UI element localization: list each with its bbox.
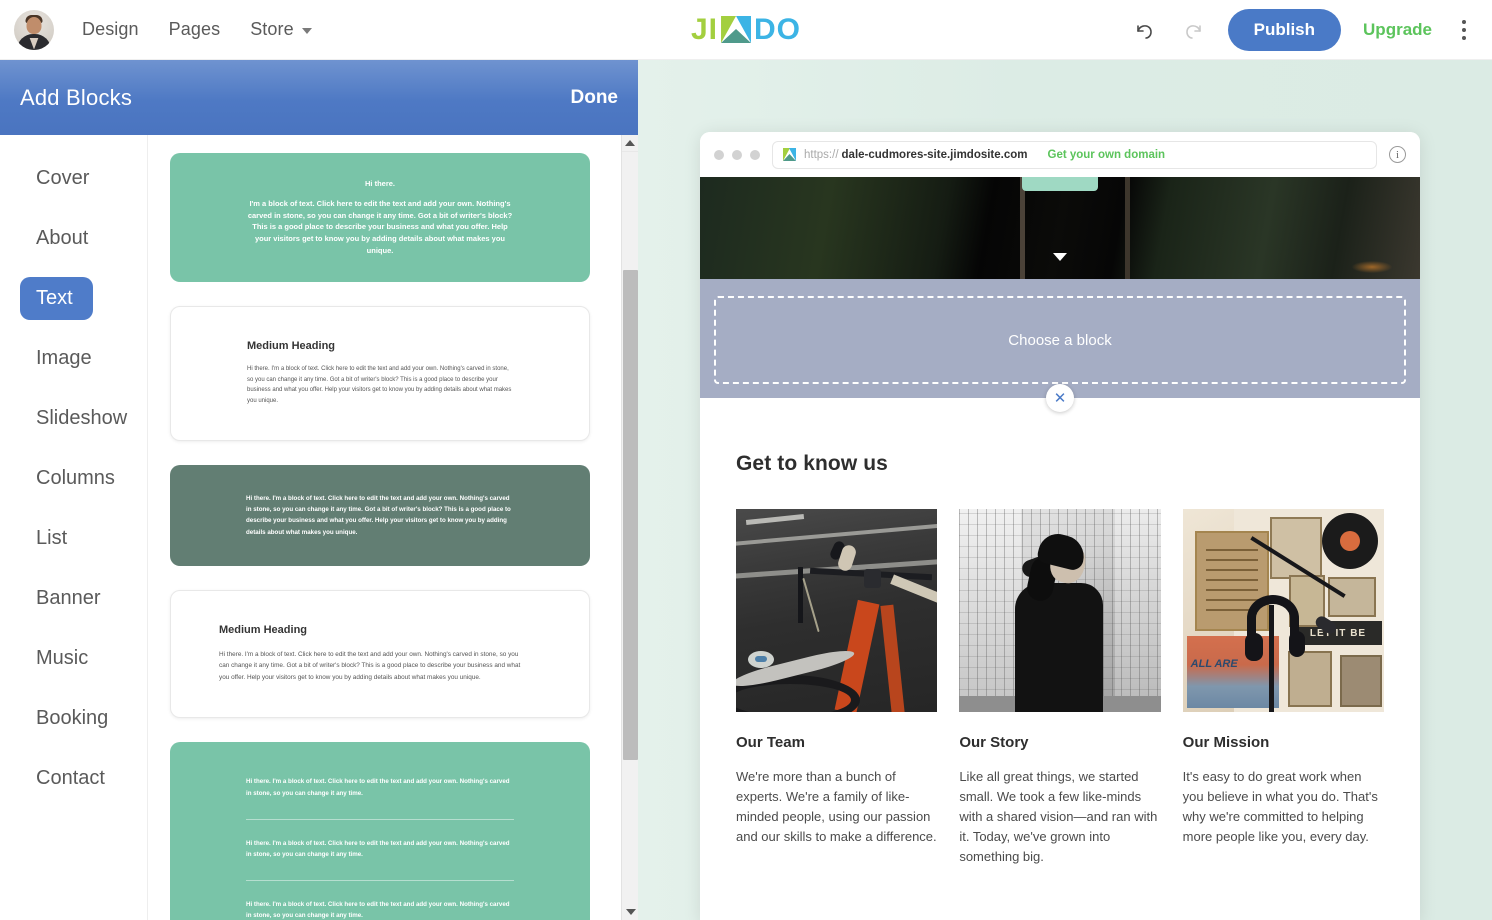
nav-item-store[interactable]: Store	[250, 19, 312, 40]
scroll-down-chevron-icon[interactable]	[1053, 253, 1067, 261]
hero-light-glow	[1352, 261, 1392, 273]
redo-icon[interactable]	[1180, 17, 1206, 43]
nav-item-pages[interactable]: Pages	[169, 19, 221, 40]
nav-label-pages: Pages	[169, 19, 221, 40]
block-preview-scroll-area: Hi there. I'm a block of text. Click her…	[148, 135, 638, 920]
top-toolbar: Design Pages Store JI DO	[0, 0, 1492, 60]
block-category-list: Cover About Text Image Slideshow Columns…	[0, 135, 148, 920]
jimdo-editor: Design Pages Store JI DO	[0, 0, 1492, 920]
sidebar-item-music[interactable]: Music	[0, 637, 147, 680]
sidebar-item-contact[interactable]: Contact	[0, 757, 147, 800]
done-button[interactable]: Done	[571, 87, 619, 109]
block-body: I'm a block of text. Click here to edit …	[244, 198, 516, 256]
browser-preview-frame: https:// dale-cudmores-site.jimdosite.co…	[700, 132, 1420, 920]
sidebar-item-about[interactable]: About	[0, 217, 147, 260]
scroll-up-arrow-icon[interactable]	[622, 135, 638, 152]
block-preview-dark-text[interactable]: Hi there. I'm a block of text. Click her…	[170, 465, 590, 566]
block-preview-heading-white[interactable]: Medium Heading Hi there. I'm a block of …	[170, 306, 590, 441]
sidebar-item-booking[interactable]: Booking	[0, 697, 147, 740]
close-x-icon[interactable]: ✕	[1046, 384, 1074, 412]
logo-text-right: DO	[754, 15, 801, 45]
top-actions: Publish Upgrade	[1132, 9, 1492, 51]
block-body: Hi there. I'm a block of text. Click her…	[247, 364, 513, 406]
bicycle-photo[interactable]	[736, 509, 937, 712]
url-host: dale-cudmores-site.jimdosite.com	[842, 149, 1028, 161]
info-icon[interactable]: i	[1389, 146, 1406, 163]
hero-post-right	[1125, 177, 1130, 279]
avatar[interactable]	[14, 10, 54, 50]
sidebar-item-slideshow[interactable]: Slideshow	[0, 397, 147, 440]
sidebar-item-list[interactable]: List	[0, 517, 147, 560]
column-our-team[interactable]: Our Team We're more than a bunch of expe…	[736, 509, 937, 866]
upgrade-link[interactable]: Upgrade	[1363, 20, 1432, 40]
sidebar-item-text[interactable]: Text	[20, 277, 93, 320]
scrollbar-thumb[interactable]	[623, 270, 638, 760]
column-title: Our Story	[959, 734, 1160, 751]
block-body: Hi there. I'm a block of text. Click her…	[246, 493, 514, 538]
column-text: It's easy to do great work when you beli…	[1183, 767, 1384, 847]
choose-a-block-target[interactable]: Choose a block	[714, 296, 1406, 384]
logo-text-left: JI	[691, 15, 718, 45]
jimdo-logo: JI DO	[691, 15, 801, 45]
block-heading: Medium Heading	[219, 624, 527, 636]
panel-body: Cover About Text Image Slideshow Columns…	[0, 135, 638, 920]
choose-block-dropzone: Choose a block ✕	[700, 279, 1420, 398]
scroll-down-arrow-icon[interactable]	[622, 903, 638, 920]
get-domain-link[interactable]: Get your own domain	[1048, 149, 1166, 161]
avatar-head	[27, 17, 42, 34]
block-segment: Hi there. I'm a block of text. Click her…	[246, 838, 514, 860]
sidebar-item-cover[interactable]: Cover	[0, 157, 147, 200]
browser-toolbar: https:// dale-cudmores-site.jimdosite.co…	[700, 132, 1420, 177]
add-blocks-panel: Add Blocks Done Cover About Text Image S…	[0, 60, 638, 920]
hero-background	[700, 177, 1420, 279]
column-our-mission[interactable]: ALL ARE LET IT BE Our Mission It's easy …	[1183, 509, 1384, 866]
segment-divider	[246, 819, 514, 820]
site-preview-stage: https:// dale-cudmores-site.jimdosite.co…	[638, 60, 1492, 920]
column-text: We're more than a bunch of experts. We'r…	[736, 767, 937, 847]
hero-image-section[interactable]	[700, 177, 1420, 279]
nav-item-design[interactable]: Design	[82, 19, 139, 40]
block-preview-list: Hi there. I'm a block of text. Click her…	[148, 135, 638, 920]
section-title: Get to know us	[736, 452, 1384, 476]
woman-portrait-photo[interactable]	[959, 509, 1160, 712]
block-segment: Hi there. I'm a block of text. Click her…	[246, 899, 514, 920]
sidebar-item-image[interactable]: Image	[0, 337, 147, 380]
block-preview-centered-green[interactable]: Hi there. I'm a block of text. Click her…	[170, 153, 590, 282]
jimdo-favicon-icon	[783, 148, 796, 161]
undo-icon[interactable]	[1132, 17, 1158, 43]
nav-label-design: Design	[82, 19, 139, 40]
record-room-photo[interactable]: ALL ARE LET IT BE	[1183, 509, 1384, 712]
window-dots-icon	[714, 150, 760, 160]
hero-top-tab[interactable]	[1022, 177, 1098, 191]
sidebar-item-columns[interactable]: Columns	[0, 457, 147, 500]
column-text: Like all great things, we started small.…	[959, 767, 1160, 866]
block-body: Hi there. I'm a block of text. Click her…	[219, 649, 527, 684]
panel-header: Add Blocks Done	[0, 60, 638, 135]
main-nav: Design Pages Store	[82, 19, 312, 40]
url-protocol: https://	[804, 149, 839, 161]
column-title: Our Team	[736, 734, 937, 751]
nav-label-store: Store	[250, 19, 294, 40]
panel-scrollbar[interactable]	[621, 135, 638, 920]
url-bar[interactable]: https:// dale-cudmores-site.jimdosite.co…	[772, 141, 1377, 169]
page-content: Get to know us Our Team We're more than	[700, 398, 1420, 866]
block-preview-wide-white[interactable]: Medium Heading Hi there. I'm a block of …	[170, 590, 590, 719]
hero-post-left	[1020, 177, 1025, 279]
kebab-menu-icon[interactable]	[1454, 16, 1474, 44]
block-heading: Medium Heading	[247, 340, 513, 352]
publish-button[interactable]: Publish	[1228, 9, 1341, 51]
segment-divider	[246, 880, 514, 881]
chevron-down-icon	[302, 28, 312, 34]
block-preview-three-segments-green[interactable]: Hi there. I'm a block of text. Click her…	[170, 742, 590, 920]
column-title: Our Mission	[1183, 734, 1384, 751]
sidebar-item-banner[interactable]: Banner	[0, 577, 147, 620]
block-segment: Hi there. I'm a block of text. Click her…	[246, 776, 514, 798]
column-our-story[interactable]: Our Story Like all great things, we star…	[959, 509, 1160, 866]
logo-m-glyph	[721, 16, 751, 43]
panel-title: Add Blocks	[20, 85, 132, 111]
three-column-section: Our Team We're more than a bunch of expe…	[736, 509, 1384, 866]
block-heading: Hi there.	[244, 179, 516, 188]
